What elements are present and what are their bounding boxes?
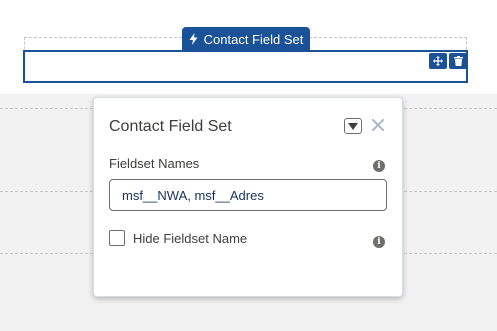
close-button[interactable]	[370, 116, 386, 134]
info-icon[interactable]: i	[373, 236, 385, 248]
fieldset-names-input[interactable]	[109, 179, 387, 211]
popover-title: Contact Field Set	[109, 118, 232, 135]
delete-icon[interactable]	[449, 53, 467, 69]
fieldset-names-label: Fieldset Names	[109, 156, 200, 171]
hide-fieldset-name-label: Hide Fieldset Name	[133, 231, 248, 246]
close-icon	[372, 119, 384, 131]
hide-fieldset-name-checkbox[interactable]	[109, 230, 125, 246]
move-icon[interactable]	[429, 53, 447, 69]
selected-component[interactable]	[23, 50, 468, 83]
component-label: Contact Field Set	[203, 31, 304, 47]
properties-popover: Contact Field Set Fieldset Names i Hide …	[93, 97, 403, 297]
info-icon[interactable]: i	[373, 160, 385, 172]
chevron-down-icon	[348, 122, 358, 130]
dropdown-button[interactable]	[344, 118, 362, 134]
component-actions	[429, 53, 467, 69]
component-label-tab[interactable]: Contact Field Set	[182, 27, 310, 51]
lightning-bolt-icon	[189, 33, 198, 45]
